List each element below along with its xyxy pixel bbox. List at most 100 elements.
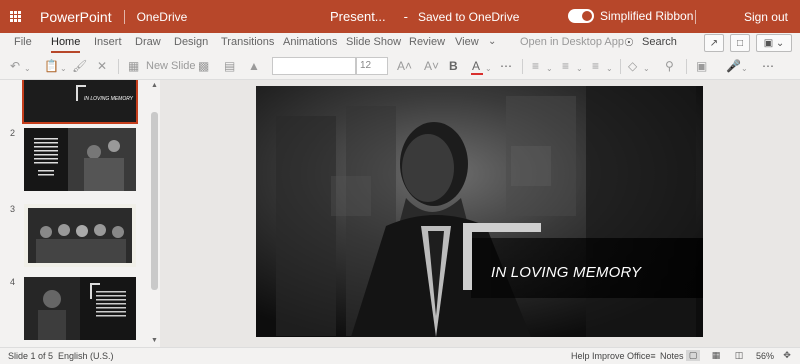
onedrive-link[interactable]: OneDrive <box>137 10 188 24</box>
slide-thumbnail-2[interactable] <box>24 128 136 191</box>
increase-font-icon[interactable]: A˄ <box>397 59 412 73</box>
paste-icon[interactable]: 📋 <box>44 59 59 73</box>
decrease-font-icon[interactable]: A˅ <box>424 59 439 73</box>
bullets-dropdown-icon[interactable]: ⌄ <box>546 62 553 76</box>
slide-thumbnail-4[interactable] <box>24 277 136 340</box>
numbering-icon[interactable]: ≡ <box>562 59 569 73</box>
search-button[interactable]: Search <box>642 36 677 48</box>
ribbon-divider <box>686 59 687 74</box>
tab-review[interactable]: Review <box>409 36 445 48</box>
thumbnail-3-image <box>24 204 136 267</box>
waffle-icon <box>9 11 21 22</box>
slide-background-photo <box>256 86 703 337</box>
reuse-slides-icon[interactable]: ▤ <box>224 59 235 73</box>
thumbnail-number: 3 <box>10 204 16 214</box>
designer-icon[interactable]: ▣ <box>696 59 707 73</box>
shapes-dropdown-icon[interactable]: ⌄ <box>643 62 650 76</box>
layout-icon[interactable]: ▩ <box>198 59 209 73</box>
align-icon[interactable]: ≡ <box>592 59 599 73</box>
ribbon-tabs: File Home Insert Draw Design Transitions… <box>0 33 800 53</box>
ribbon-divider <box>522 59 523 74</box>
undo-icon[interactable]: ↶ <box>10 59 20 73</box>
app-launcher-button[interactable] <box>0 0 30 33</box>
thumbnail-number: 2 <box>10 128 16 138</box>
more-font-options-icon[interactable]: ⋯ <box>500 59 512 73</box>
tab-design[interactable]: Design <box>174 36 208 48</box>
zoom-level[interactable]: 56% <box>756 351 774 361</box>
format-painter-icon[interactable]: 🖌 <box>72 59 87 73</box>
slide-thumbnail-3[interactable] <box>24 204 136 267</box>
new-slide-icon[interactable]: ▦ <box>128 59 139 73</box>
ribbon-divider <box>620 59 621 74</box>
tab-slide-show[interactable]: Slide Show <box>346 36 401 48</box>
title-divider <box>123 9 125 24</box>
scroll-up-icon[interactable]: ▲ <box>150 82 159 90</box>
save-status: Saved to OneDrive <box>417 9 520 24</box>
font-color-bar <box>471 73 483 75</box>
thumbnail-4-image <box>24 277 136 340</box>
scrollbar-thumb[interactable] <box>151 112 158 290</box>
app-name[interactable]: PowerPoint <box>40 9 112 25</box>
slide-thumbnail-pane: IN LOVING MEMORY 2 3 4 <box>0 80 150 347</box>
status-bar: Slide 1 of 5 English (U.S.) Help Improve… <box>0 347 800 364</box>
paste-dropdown-icon[interactable]: ⌄ <box>60 62 67 76</box>
new-slide-button[interactable]: New Slide <box>146 59 196 73</box>
slide-sorter-icon[interactable]: ▦ <box>709 350 723 361</box>
dictate-icon[interactable]: 🎤 <box>726 59 741 73</box>
current-slide[interactable]: IN LOVING MEMORY <box>256 86 703 337</box>
dictate-dropdown-icon[interactable]: ⌄ <box>741 62 748 76</box>
open-in-desktop-button[interactable]: Open in Desktop App <box>520 36 624 48</box>
slide-title[interactable]: IN LOVING MEMORY <box>491 264 641 281</box>
bold-icon[interactable]: B <box>449 59 458 73</box>
toggle-switch[interactable] <box>568 9 594 23</box>
ribbon-divider <box>118 59 119 74</box>
tab-animations[interactable]: Animations <box>283 36 337 48</box>
comments-icon[interactable]: □ <box>730 34 750 52</box>
scroll-down-icon[interactable]: ▼ <box>150 337 159 345</box>
notes-button[interactable]: Notes <box>660 351 684 361</box>
tab-view[interactable]: View <box>455 36 479 48</box>
fit-to-window-icon[interactable]: ✥ <box>780 350 794 361</box>
tabbar-right-actions: ↗ □ ▣ ⌄ <box>704 34 792 52</box>
font-name-field[interactable] <box>272 57 356 75</box>
tab-home[interactable]: Home <box>51 36 81 53</box>
font-color-dropdown-icon[interactable]: ⌄ <box>485 62 492 76</box>
picture-icon[interactable]: ▲ <box>248 59 260 73</box>
undo-dropdown-icon[interactable]: ⌄ <box>24 62 31 76</box>
bullets-icon[interactable]: ≡ <box>532 59 539 73</box>
shapes-icon[interactable]: ◇ <box>628 59 637 73</box>
present-icon[interactable]: ▣ ⌄ <box>756 34 792 52</box>
font-color-icon[interactable]: A <box>472 59 480 73</box>
find-icon[interactable]: ⚲ <box>665 59 674 73</box>
more-tabs-chevron-icon[interactable]: ⌄ <box>488 36 496 47</box>
thumbnail-number: 4 <box>10 277 16 287</box>
ribbon-toolbar: ↶ ⌄ 📋 ⌄ 🖌 ✕ ▦ New Slide ▩ ▤ ▲ ⌄ 12 ⌄ A˄ … <box>0 53 800 121</box>
normal-view-icon[interactable]: ▢ <box>686 350 700 361</box>
thumbnail-scrollbar[interactable]: ▲ ▼ <box>148 80 160 347</box>
reading-view-icon[interactable]: ◫ <box>732 350 746 361</box>
sign-out-button[interactable]: Sign out <box>744 0 788 33</box>
tab-file[interactable]: File <box>14 36 32 48</box>
notes-icon[interactable]: ≡ <box>646 350 660 361</box>
thumbnail-2-image <box>24 128 136 191</box>
simplified-ribbon-toggle[interactable]: Simplified Ribbon <box>568 9 693 23</box>
language-indicator[interactable]: English (U.S.) <box>58 351 114 361</box>
share-icon[interactable]: ↗ <box>704 34 724 52</box>
delete-icon[interactable]: ✕ <box>97 59 107 73</box>
font-size-field[interactable]: 12 <box>356 57 388 75</box>
slide-thumbnail-1[interactable]: IN LOVING MEMORY <box>22 80 138 124</box>
title-dash: - <box>403 9 408 24</box>
more-options-icon[interactable]: ⋯ <box>762 59 774 73</box>
document-title[interactable]: Present... <box>330 9 386 24</box>
tab-draw[interactable]: Draw <box>135 36 161 48</box>
numbering-dropdown-icon[interactable]: ⌄ <box>576 62 583 76</box>
thumbnail-1-text: IN LOVING MEMORY <box>84 96 133 102</box>
toggle-label: Simplified Ribbon <box>600 9 694 23</box>
tab-transitions[interactable]: Transitions <box>221 36 274 48</box>
help-improve-office-link[interactable]: Help Improve Office <box>571 351 650 361</box>
tab-insert[interactable]: Insert <box>94 36 122 48</box>
align-dropdown-icon[interactable]: ⌄ <box>606 62 613 76</box>
slide-counter: Slide 1 of 5 <box>8 351 54 361</box>
document-title-area: Present... - Saved to OneDrive <box>330 0 519 33</box>
title-divider-right <box>695 10 696 24</box>
